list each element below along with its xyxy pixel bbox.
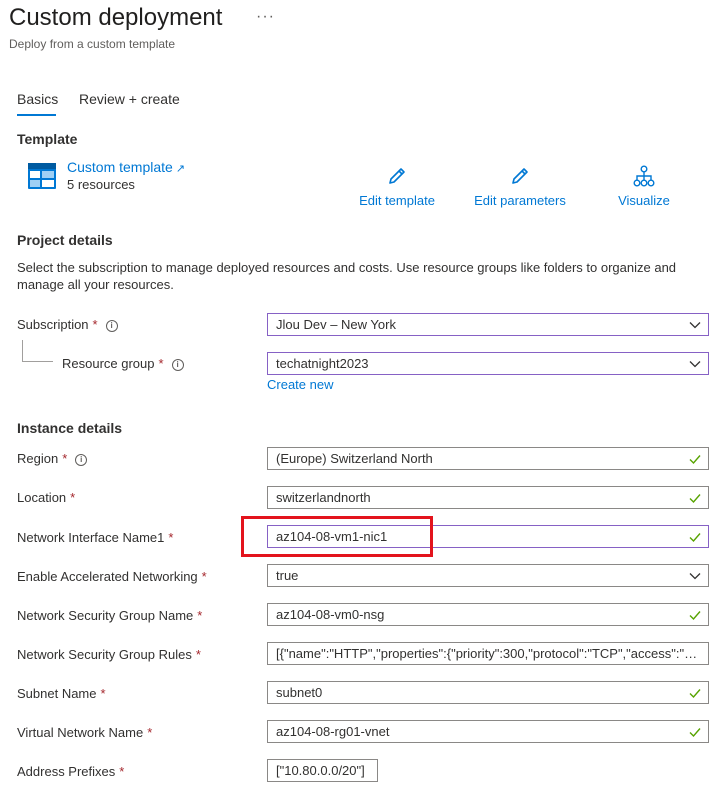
subscription-dropdown[interactable]: Jlou Dev – New York [267,313,709,336]
external-link-icon: ↗ [175,163,186,175]
address-prefixes-input[interactable]: ["10.80.0.0/20"] [267,759,378,782]
nsg-rules-label: Network Security Group Rules * [17,647,201,662]
template-heading: Template [17,131,78,147]
project-details-heading: Project details [17,232,113,248]
template-grid-icon [28,163,56,189]
page-subtitle: Deploy from a custom template [9,37,176,51]
nsg-name-value: az104-08-vm0-nsg [276,607,385,622]
check-icon [689,533,701,543]
check-icon [689,689,701,699]
visualize-button[interactable]: Visualize [589,165,699,208]
pencil-icon [512,168,528,184]
chevron-down-icon [689,361,701,368]
accelerated-networking-value: true [276,568,299,583]
info-icon[interactable]: i [105,320,118,332]
more-options-button[interactable]: ··· [256,8,275,26]
resource-group-value: techatnight2023 [276,356,369,371]
vnet-name-input[interactable]: az104-08-rg01-vnet [267,720,709,743]
address-prefixes-value: ["10.80.0.0/20"] [276,763,365,778]
tree-connector [22,340,53,362]
tab-basics[interactable]: Basics [17,91,58,107]
subscription-value: Jlou Dev – New York [276,317,396,332]
info-icon[interactable]: i [75,454,88,466]
region-value: (Europe) Switzerland North [276,451,433,466]
subnet-name-value: subnet0 [276,685,323,700]
edit-template-button[interactable]: Edit template [342,165,452,208]
resource-group-dropdown[interactable]: techatnight2023 [267,352,709,375]
location-value: switzerlandnorth [276,490,371,505]
vnet-name-value: az104-08-rg01-vnet [276,724,390,739]
edit-parameters-button[interactable]: Edit parameters [465,165,575,208]
accelerated-networking-label: Enable Accelerated Networking * [17,569,207,584]
network-interface-name-label: Network Interface Name1 * [17,530,174,545]
custom-template-link[interactable]: Custom template ↗ [67,159,185,175]
project-details-description: Select the subscription to manage deploy… [17,260,677,292]
subnet-name-label: Subnet Name * [17,686,106,701]
subnet-name-input[interactable]: subnet0 [267,681,709,704]
instance-details-heading: Instance details [17,420,123,436]
subscription-label: Subscription * i [17,317,118,332]
check-icon [689,455,701,465]
highlight-annotation-box [241,516,433,557]
page-title: Custom deployment [9,4,223,31]
vnet-name-label: Virtual Network Name * [17,725,153,740]
edit-template-label: Edit template [359,193,435,208]
create-new-resource-group-link[interactable]: Create new [267,377,333,392]
hierarchy-icon [633,165,655,187]
nsg-rules-value: [{"name":"HTTP","properties":{"priority"… [276,646,707,661]
location-input[interactable]: switzerlandnorth [267,486,709,509]
address-prefixes-label: Address Prefixes * [17,764,125,779]
info-icon[interactable]: i [171,359,184,371]
nsg-name-label: Network Security Group Name * [17,608,203,623]
custom-template-link-label: Custom template [67,159,173,175]
chevron-down-icon [689,573,701,580]
region-input[interactable]: (Europe) Switzerland North [267,447,709,470]
accelerated-networking-dropdown[interactable]: true [267,564,709,587]
region-label: Region * i [17,451,88,466]
edit-parameters-label: Edit parameters [474,193,566,208]
template-resource-count: 5 resources [67,177,135,192]
visualize-label: Visualize [618,193,670,208]
active-tab-indicator [17,114,56,116]
tab-review-create[interactable]: Review + create [79,91,180,107]
resource-group-label: Resource group * i [62,356,184,371]
nsg-name-input[interactable]: az104-08-vm0-nsg [267,603,709,626]
check-icon [689,494,701,504]
pencil-icon [389,168,405,184]
chevron-down-icon [689,322,701,329]
check-icon [689,611,701,621]
nsg-rules-input[interactable]: [{"name":"HTTP","properties":{"priority"… [267,642,709,665]
location-label: Location * [17,490,76,505]
check-icon [689,728,701,738]
